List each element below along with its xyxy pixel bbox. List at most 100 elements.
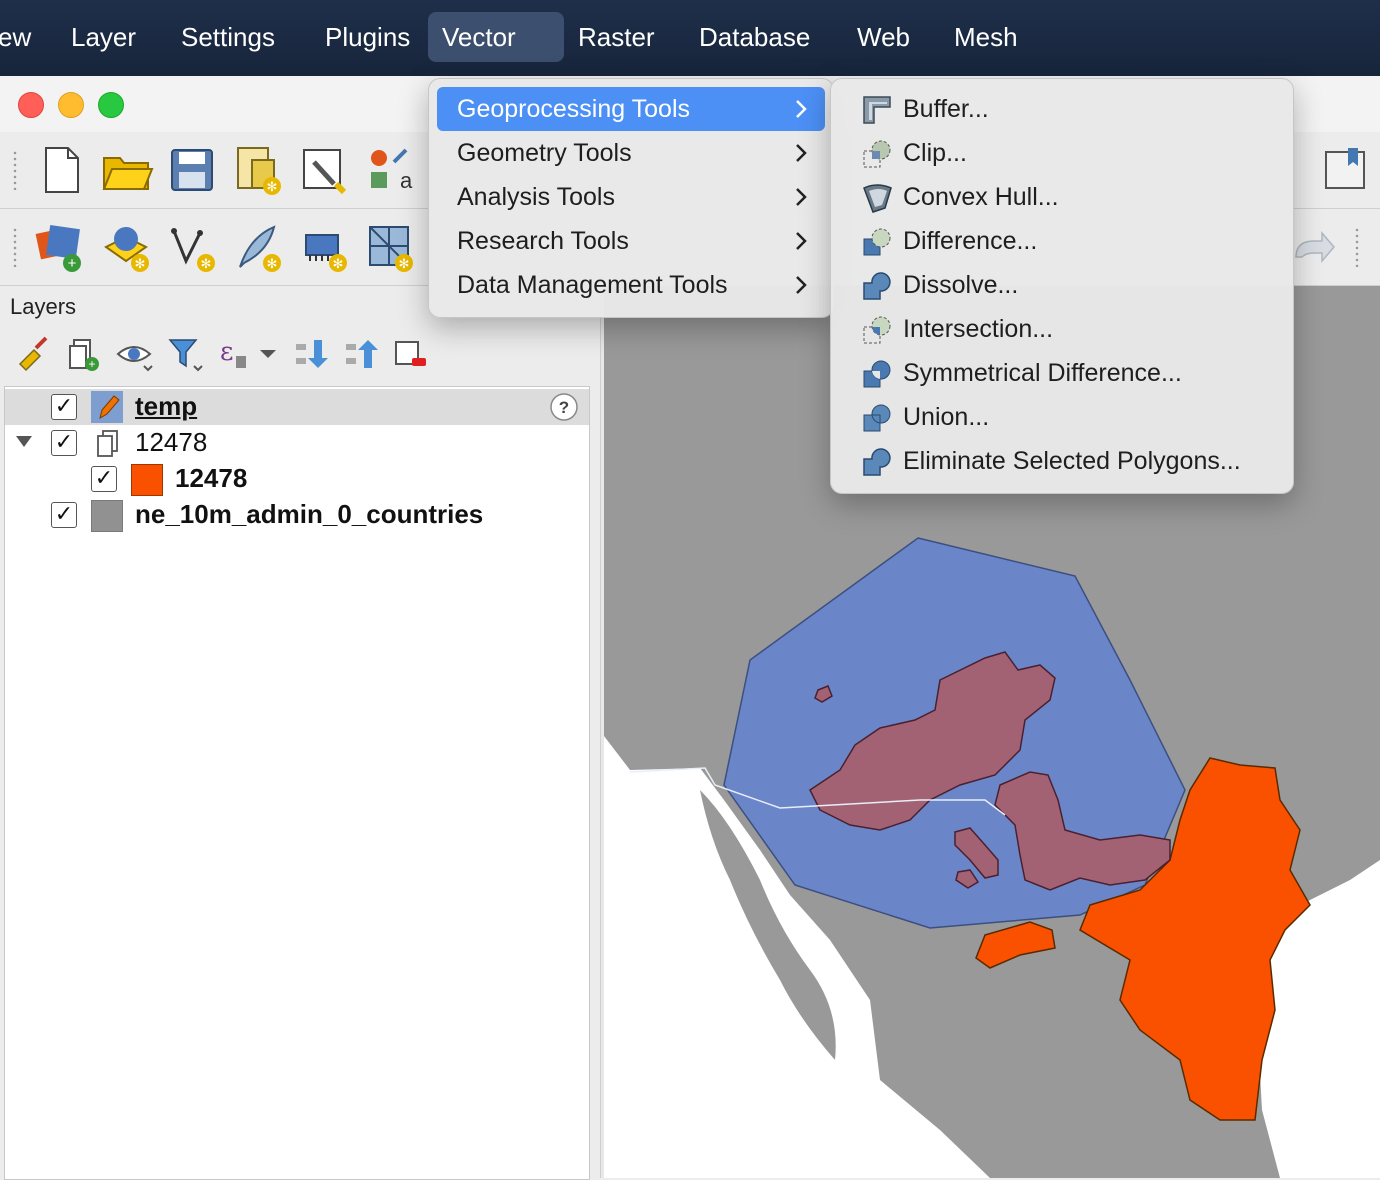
menu-item-geometry-tools[interactable]: Geometry Tools bbox=[437, 131, 825, 175]
app-menubar: ew Layer Settings Plugins Vector Raster … bbox=[0, 0, 1380, 76]
menu-item-label: Geoprocessing Tools bbox=[457, 95, 691, 123]
menu-item-clip[interactable]: Clip... bbox=[839, 131, 1285, 175]
vector-new-icon: ✻ bbox=[171, 228, 215, 272]
new-shapefile-layer-button[interactable]: ✻ bbox=[164, 217, 220, 277]
menu-item-label: Intersection... bbox=[903, 315, 1054, 343]
layer-row-temp[interactable]: ✓ temp ? bbox=[5, 389, 589, 425]
layer-visibility-checkbox[interactable]: ✓ bbox=[91, 466, 117, 492]
redo-button[interactable] bbox=[1286, 217, 1342, 277]
buffer-icon bbox=[863, 96, 891, 124]
menu-item-geoprocessing-tools[interactable]: Geoprocessing Tools bbox=[437, 87, 825, 131]
close-window-button[interactable] bbox=[18, 92, 44, 118]
symmetrical-difference-icon bbox=[863, 360, 891, 388]
open-project-button[interactable] bbox=[98, 140, 154, 200]
menu-mesh[interactable]: Mesh bbox=[940, 12, 1032, 62]
menu-raster[interactable]: Raster bbox=[564, 12, 669, 62]
group-visibility-checkbox[interactable]: ✓ bbox=[51, 430, 77, 456]
svg-text:+: + bbox=[68, 255, 77, 272]
menu-item-convex-hull[interactable]: Convex Hull... bbox=[839, 175, 1285, 219]
zoom-window-button[interactable] bbox=[98, 92, 124, 118]
layer-row-countries[interactable]: ✓ ne_10m_admin_0_countries bbox=[5, 497, 589, 533]
menu-settings[interactable]: Settings bbox=[167, 12, 289, 62]
expand-triangle-icon[interactable] bbox=[15, 435, 33, 449]
filter-legend-button[interactable] bbox=[164, 334, 204, 374]
svg-text:+: + bbox=[88, 357, 95, 371]
toolbar-grip-handle[interactable] bbox=[12, 227, 18, 267]
svg-text:✻: ✻ bbox=[399, 256, 410, 271]
menu-item-intersection[interactable]: Intersection... bbox=[839, 307, 1285, 351]
layer-color-swatch bbox=[91, 500, 123, 532]
group-icon bbox=[93, 428, 123, 458]
style-manager-button[interactable] bbox=[296, 140, 352, 200]
minimize-window-button[interactable] bbox=[58, 92, 84, 118]
menu-item-union[interactable]: Union... bbox=[839, 395, 1285, 439]
open-layer-styling-button[interactable] bbox=[14, 334, 54, 374]
menu-item-analysis-tools[interactable]: Analysis Tools bbox=[437, 175, 825, 219]
svg-text:✻: ✻ bbox=[333, 256, 344, 271]
data-source-manager-button[interactable]: + bbox=[32, 217, 88, 277]
collapse-all-icon bbox=[346, 340, 378, 368]
layer-name: ne_10m_admin_0_countries bbox=[135, 499, 484, 529]
expression-dropdown-arrow[interactable] bbox=[248, 334, 276, 374]
menu-item-label: Dissolve... bbox=[903, 271, 1019, 299]
menu-item-difference[interactable]: Difference... bbox=[839, 219, 1285, 263]
new-temporary-layer-button[interactable]: ✻ bbox=[296, 217, 352, 277]
menu-item-symmetrical-difference[interactable]: Symmetrical Difference... bbox=[839, 351, 1285, 395]
expand-all-icon bbox=[296, 340, 328, 368]
menu-item-label: Difference... bbox=[903, 227, 1038, 255]
manage-visibility-button[interactable] bbox=[114, 334, 154, 374]
memory-chip-icon: ✻ bbox=[305, 234, 347, 272]
toolbar-grip-handle[interactable] bbox=[1354, 227, 1360, 267]
layer-row-12478[interactable]: ✓ 12478 bbox=[5, 461, 589, 497]
save-floppy-icon bbox=[171, 149, 213, 191]
menu-item-label: Research Tools bbox=[457, 227, 629, 255]
menu-view[interactable]: ew bbox=[0, 12, 45, 62]
layer-visibility-checkbox[interactable]: ✓ bbox=[51, 502, 77, 528]
add-group-button[interactable]: + bbox=[64, 334, 104, 374]
menu-item-label: Analysis Tools bbox=[457, 183, 615, 211]
toolbar-grip-handle[interactable] bbox=[12, 150, 18, 190]
menu-database[interactable]: Database bbox=[685, 12, 824, 62]
menu-plugins[interactable]: Plugins bbox=[311, 12, 424, 62]
menu-layer[interactable]: Layer bbox=[57, 12, 150, 62]
layer-group-row[interactable]: ✓ 12478 bbox=[5, 425, 589, 461]
layer-color-swatch bbox=[131, 464, 163, 496]
label-tool-button[interactable]: a bbox=[362, 140, 418, 200]
svg-text:✻: ✻ bbox=[267, 179, 278, 194]
paintbrush-icon bbox=[18, 336, 48, 372]
feather-icon: ✻ bbox=[239, 225, 281, 272]
menu-item-label: Union... bbox=[903, 403, 990, 431]
menu-item-research-tools[interactable]: Research Tools bbox=[437, 219, 825, 263]
geoprocessing-submenu: Buffer... Clip... Convex Hull... Differe… bbox=[830, 78, 1294, 494]
menu-item-buffer[interactable]: Buffer... bbox=[839, 87, 1285, 131]
print-layout-icon: ✻ bbox=[237, 147, 281, 195]
remove-layer-button[interactable] bbox=[390, 334, 430, 374]
eye-icon bbox=[116, 346, 153, 372]
new-project-button[interactable] bbox=[34, 140, 90, 200]
add-layer-icon: + bbox=[35, 225, 81, 272]
chevron-right-icon bbox=[796, 232, 807, 250]
filter-funnel-icon bbox=[168, 339, 203, 372]
new-print-layout-button[interactable]: ✻ bbox=[230, 140, 286, 200]
new-geopackage-layer-button[interactable]: ✻ bbox=[98, 217, 154, 277]
new-document-icon bbox=[45, 147, 79, 193]
svg-text:ε: ε bbox=[220, 337, 233, 367]
layers-panel: Layers + ε ✓ temp ? ✓ 12478 ✓ 12478 ✓ ne… bbox=[0, 286, 601, 1180]
menu-item-data-management-tools[interactable]: Data Management Tools bbox=[437, 263, 825, 307]
save-project-button[interactable] bbox=[164, 140, 220, 200]
menu-item-eliminate-selected-polygons[interactable]: Eliminate Selected Polygons... bbox=[839, 439, 1285, 483]
new-virtual-layer-button[interactable]: ✻ bbox=[362, 217, 418, 277]
layer-visibility-checkbox[interactable]: ✓ bbox=[51, 394, 77, 420]
folder-icon bbox=[102, 157, 154, 190]
svg-text:a: a bbox=[400, 168, 413, 193]
menu-web[interactable]: Web bbox=[843, 12, 924, 62]
pencil-edit-icon bbox=[91, 391, 123, 423]
menu-vector[interactable]: Vector bbox=[428, 12, 564, 62]
new-spatialite-layer-button[interactable]: ✻ bbox=[230, 217, 286, 277]
map-tips-button[interactable] bbox=[1318, 140, 1374, 200]
menu-item-dissolve[interactable]: Dissolve... bbox=[839, 263, 1285, 307]
collapse-all-button[interactable] bbox=[340, 334, 380, 374]
dissolve-icon bbox=[863, 272, 891, 300]
expand-all-button[interactable] bbox=[290, 334, 330, 374]
unknown-crs-icon[interactable]: ? bbox=[549, 392, 579, 422]
